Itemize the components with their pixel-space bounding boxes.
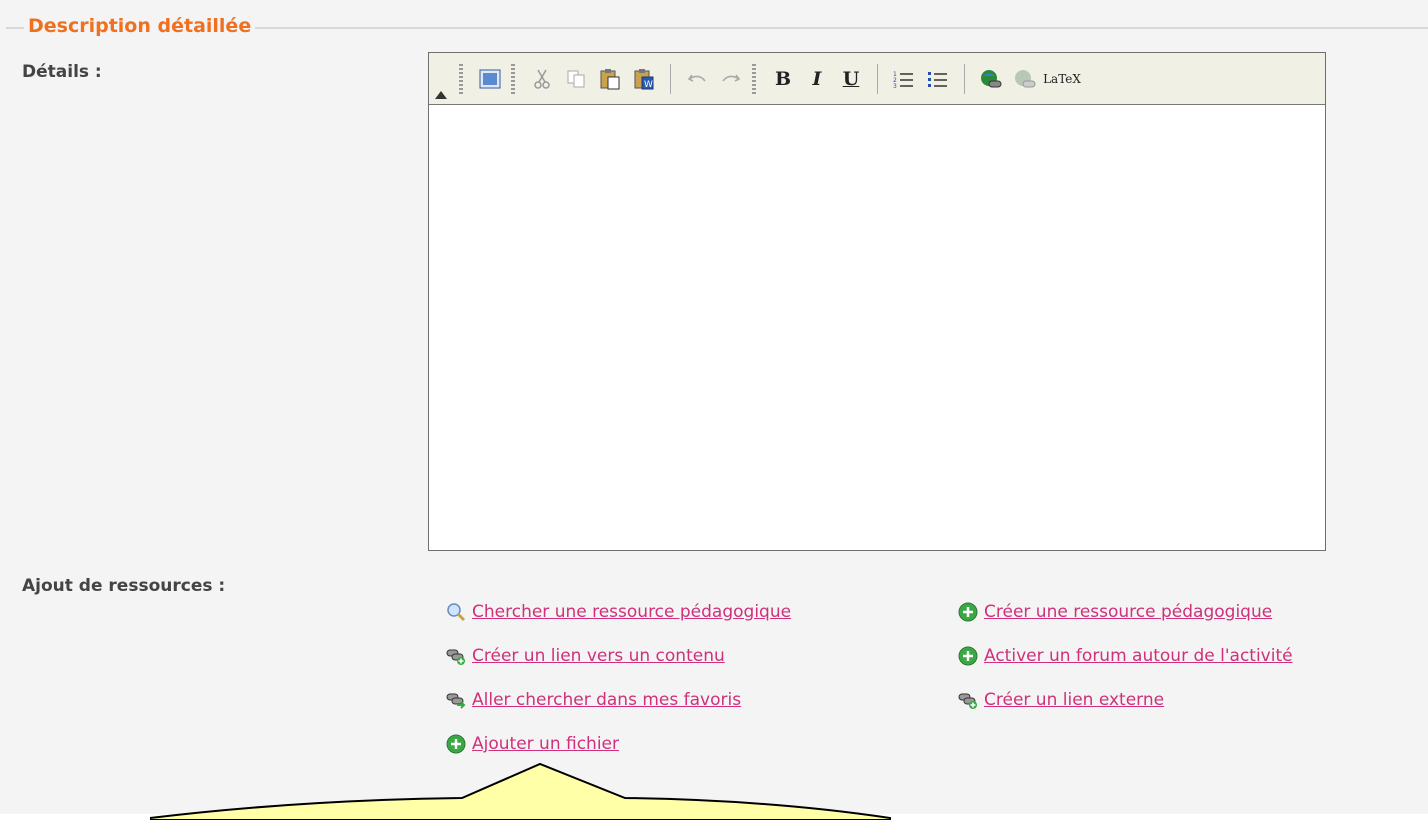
underline-icon[interactable]: U (836, 63, 866, 95)
create-resource-link[interactable]: Créer une ressource pédagogique (958, 602, 1272, 622)
paste-word-icon[interactable]: W (629, 63, 659, 95)
rich-text-editor: W B I U 123 LaTeX (428, 52, 1326, 551)
toolbar-grip (511, 63, 515, 94)
bold-icon[interactable]: B (768, 63, 798, 95)
italic-icon[interactable]: I (802, 63, 832, 95)
add-file-link[interactable]: Ajouter un fichier (446, 734, 619, 754)
create-link-content-link[interactable]: Créer un lien vers un contenu (446, 646, 725, 666)
add-circle-icon (958, 602, 978, 622)
chain-add-icon (446, 649, 465, 665)
section-legend: Description détaillée (24, 15, 256, 37)
add-circle-icon (958, 646, 978, 666)
resources-label: Ajout de ressources : (22, 576, 226, 596)
collapse-toolbar-icon[interactable] (435, 91, 447, 99)
create-external-link-label: Créer un lien externe (984, 690, 1165, 710)
chain-arrow-icon (446, 693, 466, 709)
chain-add-icon (958, 693, 977, 709)
redo-icon[interactable] (716, 63, 746, 95)
unordered-list-icon[interactable] (923, 63, 953, 95)
undo-icon[interactable] (682, 63, 712, 95)
source-icon[interactable] (475, 63, 505, 95)
details-label: Détails : (22, 62, 102, 82)
search-resource-label: Chercher une ressource pédagogique (472, 602, 792, 622)
create-external-link[interactable]: Créer un lien externe (958, 690, 1164, 710)
activate-forum-link[interactable]: Activer un forum autour de l'activité (958, 646, 1293, 666)
toolbar-separator (964, 63, 965, 94)
svg-text:W: W (644, 80, 653, 90)
add-circle-icon (446, 734, 466, 754)
toolbar-separator (670, 63, 671, 94)
create-link-content-label: Créer un lien vers un contenu (472, 646, 725, 666)
form-panel: Description détaillée Détails : W B I U … (0, 0, 1428, 820)
latex-icon[interactable]: LaTeX (1043, 63, 1081, 95)
toolbar-grip (752, 63, 756, 94)
cut-icon[interactable] (527, 63, 557, 95)
unlink-icon[interactable] (1010, 63, 1040, 95)
toolbar-separator (877, 63, 878, 94)
toolbar-grip (459, 63, 463, 94)
editor-content-area[interactable] (429, 105, 1325, 550)
search-resource-link[interactable]: Chercher une ressource pédagogique (446, 602, 791, 622)
favorites-label: Aller chercher dans mes favoris (472, 690, 742, 710)
add-file-label: Ajouter un fichier (472, 734, 619, 754)
ordered-list-icon[interactable]: 123 (889, 63, 919, 95)
link-icon[interactable] (976, 63, 1006, 95)
search-icon (447, 603, 466, 622)
favorites-link[interactable]: Aller chercher dans mes favoris (446, 690, 741, 710)
callout-bubble (150, 762, 891, 820)
paste-icon[interactable] (595, 63, 625, 95)
create-resource-label: Créer une ressource pédagogique (984, 602, 1273, 622)
activate-forum-label: Activer un forum autour de l'activité (984, 646, 1293, 666)
svg-text:3: 3 (893, 83, 897, 89)
copy-icon[interactable] (561, 63, 591, 95)
editor-toolbar: W B I U 123 LaTeX (429, 53, 1325, 105)
